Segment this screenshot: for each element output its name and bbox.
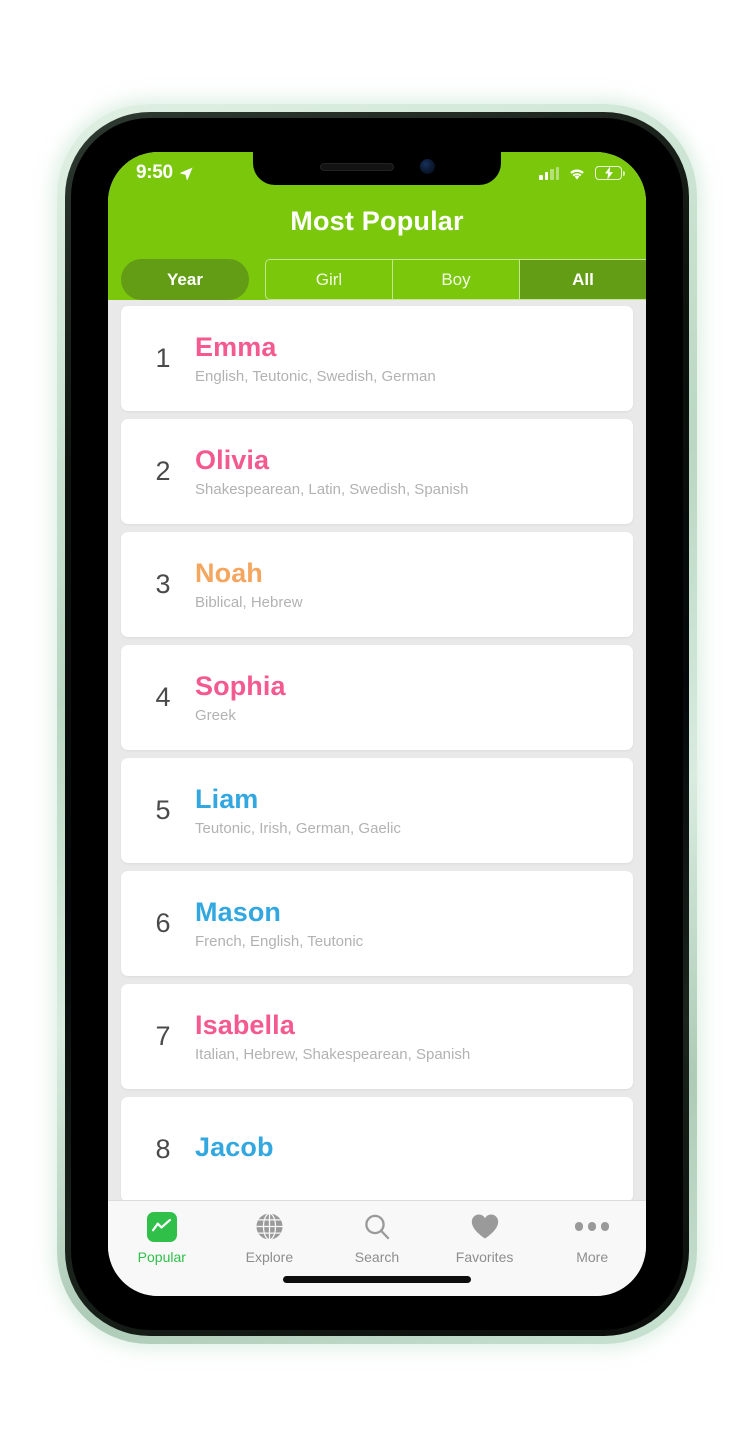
wifi-icon	[570, 168, 584, 180]
list-item[interactable]: 5 Liam Teutonic, Irish, German, Gaelic	[121, 758, 633, 863]
battery-charging-icon	[595, 166, 626, 180]
gender-segmented-control: Girl Boy All	[265, 259, 646, 300]
name-label: Liam	[195, 784, 259, 815]
ellipsis-icon	[574, 1211, 610, 1242]
name-details: Noah Biblical, Hebrew	[187, 558, 303, 611]
cellular-signal-icon	[539, 166, 559, 180]
phone-device-frame: 9:50 Most Popular Year Girl Boy All 1 Em…	[57, 104, 697, 1344]
name-origins: Italian, Hebrew, Shakespearean, Spanish	[195, 1045, 471, 1063]
name-details: Olivia Shakespearean, Latin, Swedish, Sp…	[187, 445, 469, 498]
status-bar-right	[539, 166, 626, 181]
name-label: Isabella	[195, 1010, 295, 1041]
list-item[interactable]: 7 Isabella Italian, Hebrew, Shakespearea…	[121, 984, 633, 1089]
earpiece-speaker-icon	[319, 162, 394, 171]
name-origins: Shakespearean, Latin, Swedish, Spanish	[195, 480, 469, 498]
magnifier-icon	[362, 1211, 392, 1242]
tab-label: Search	[354, 1249, 400, 1265]
name-details: Jacob	[187, 1132, 274, 1168]
line-chart-icon	[146, 1211, 177, 1242]
tab-label: More	[576, 1249, 609, 1265]
name-origins: Teutonic, Irish, German, Gaelic	[195, 819, 401, 837]
name-details: Emma English, Teutonic, Swedish, German	[187, 332, 436, 385]
list-item[interactable]: 8 Jacob	[121, 1097, 633, 1200]
tab-popular[interactable]: Popular	[108, 1211, 216, 1265]
charging-bolt-icon	[604, 166, 613, 180]
tab-label: Explore	[245, 1249, 294, 1265]
heart-icon	[470, 1211, 500, 1242]
front-camera-icon	[419, 159, 435, 174]
rank-number: 4	[155, 682, 171, 712]
name-origins: French, English, Teutonic	[195, 932, 364, 950]
location-arrow-icon	[180, 167, 193, 180]
tab-favorites[interactable]: Favorites	[431, 1211, 539, 1265]
home-indicator[interactable]	[283, 1276, 471, 1283]
list-item[interactable]: 4 Sophia Greek	[121, 645, 633, 750]
page-title: Most Popular	[290, 206, 464, 236]
name-details: Mason French, English, Teutonic	[187, 897, 363, 950]
name-details: Isabella Italian, Hebrew, Shakespearean,…	[187, 1010, 470, 1063]
tab-label: Popular	[137, 1249, 186, 1265]
rank-number: 1	[155, 343, 171, 373]
name-label: Mason	[195, 897, 282, 928]
name-label: Emma	[195, 332, 277, 363]
list-item[interactable]: 3 Noah Biblical, Hebrew	[121, 532, 633, 637]
segment-boy[interactable]: Boy	[393, 260, 520, 299]
list-item[interactable]: 6 Mason French, English, Teutonic	[121, 871, 633, 976]
popular-names-list[interactable]: 1 Emma English, Teutonic, Swedish, Germa…	[108, 300, 646, 1200]
screenshot-root: 9:50 Most Popular Year Girl Boy All 1 Em…	[0, 0, 754, 1456]
name-label: Olivia	[195, 445, 270, 476]
rank-number: 3	[155, 569, 171, 599]
name-details: Liam Teutonic, Irish, German, Gaelic	[187, 784, 401, 837]
globe-icon	[255, 1211, 284, 1242]
segment-all[interactable]: All	[520, 260, 646, 299]
phone-screen: 9:50 Most Popular Year Girl Boy All 1 Em…	[108, 152, 646, 1296]
tab-more[interactable]: More	[538, 1211, 646, 1265]
name-origins: English, Teutonic, Swedish, German	[195, 367, 436, 385]
status-time: 9:50	[136, 162, 173, 183]
tab-explore[interactable]: Explore	[216, 1211, 324, 1265]
rank-number: 2	[155, 456, 171, 486]
rank-number: 5	[155, 795, 171, 825]
tab-search[interactable]: Search	[323, 1211, 431, 1265]
period-filter-year-button[interactable]: Year	[121, 259, 249, 300]
list-item[interactable]: 1 Emma English, Teutonic, Swedish, Germa…	[121, 306, 633, 411]
phone-notch	[253, 152, 501, 185]
name-origins: Biblical, Hebrew	[195, 593, 303, 611]
name-origins: Greek	[195, 706, 236, 724]
list-item[interactable]: 2 Olivia Shakespearean, Latin, Swedish, …	[121, 419, 633, 524]
rank-number: 7	[155, 1021, 171, 1051]
name-details: Sophia Greek	[187, 671, 286, 724]
tab-label: Favorites	[455, 1249, 514, 1265]
rank-number: 8	[155, 1134, 171, 1164]
rank-number: 6	[155, 908, 171, 938]
name-label: Jacob	[195, 1131, 274, 1162]
segment-girl[interactable]: Girl	[266, 260, 393, 299]
name-label: Noah	[195, 558, 263, 589]
name-label: Sophia	[195, 671, 286, 702]
filter-bar: Year Girl Boy All	[108, 259, 646, 300]
status-bar-left: 9:50	[136, 162, 194, 184]
